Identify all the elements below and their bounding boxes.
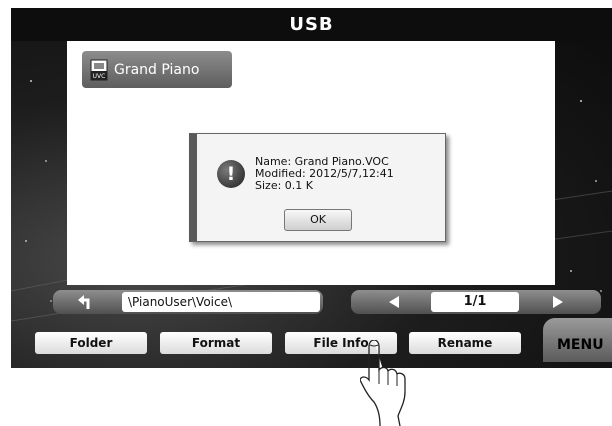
file-info-text: Name: Grand Piano.VOC Modified: 2012/5/7…: [255, 156, 394, 192]
file-info-dialog: ! Name: Grand Piano.VOC Modified: 2012/5…: [189, 133, 446, 242]
current-path: \PianoUser\Voice\: [122, 292, 320, 312]
file-item-label: Grand Piano: [114, 61, 200, 78]
file-item-grand-piano[interactable]: UVC Grand Piano: [82, 51, 232, 88]
menu-button[interactable]: MENU: [543, 318, 612, 362]
warning-icon: !: [217, 160, 245, 188]
path-bar: \PianoUser\Voice\: [53, 290, 323, 314]
folder-button[interactable]: Folder: [35, 332, 147, 354]
page-indicator: 1/1: [431, 292, 519, 312]
svg-text:UVC: UVC: [93, 73, 106, 80]
file-list-panel: UVC Grand Piano ! Name: Grand Piano.VOC …: [67, 41, 555, 285]
ok-button[interactable]: OK: [284, 209, 352, 231]
previous-page-button[interactable]: [359, 290, 429, 314]
file-size-line: Size: 0.1 K: [255, 179, 313, 192]
back-button[interactable]: [53, 290, 119, 314]
usb-screen: USB UVC Grand Piano ! Name: Grand Piano.…: [11, 8, 612, 368]
format-button[interactable]: Format: [160, 332, 272, 354]
triangle-left-icon: [389, 296, 399, 308]
pointing-hand-icon: [360, 340, 406, 426]
back-arrow-icon: [78, 295, 90, 309]
window-title: USB: [11, 8, 612, 41]
pager: 1/1: [351, 290, 601, 314]
uvc-voice-file-icon: UVC: [90, 59, 108, 81]
triangle-right-icon: [553, 296, 563, 308]
next-page-button[interactable]: [523, 290, 593, 314]
